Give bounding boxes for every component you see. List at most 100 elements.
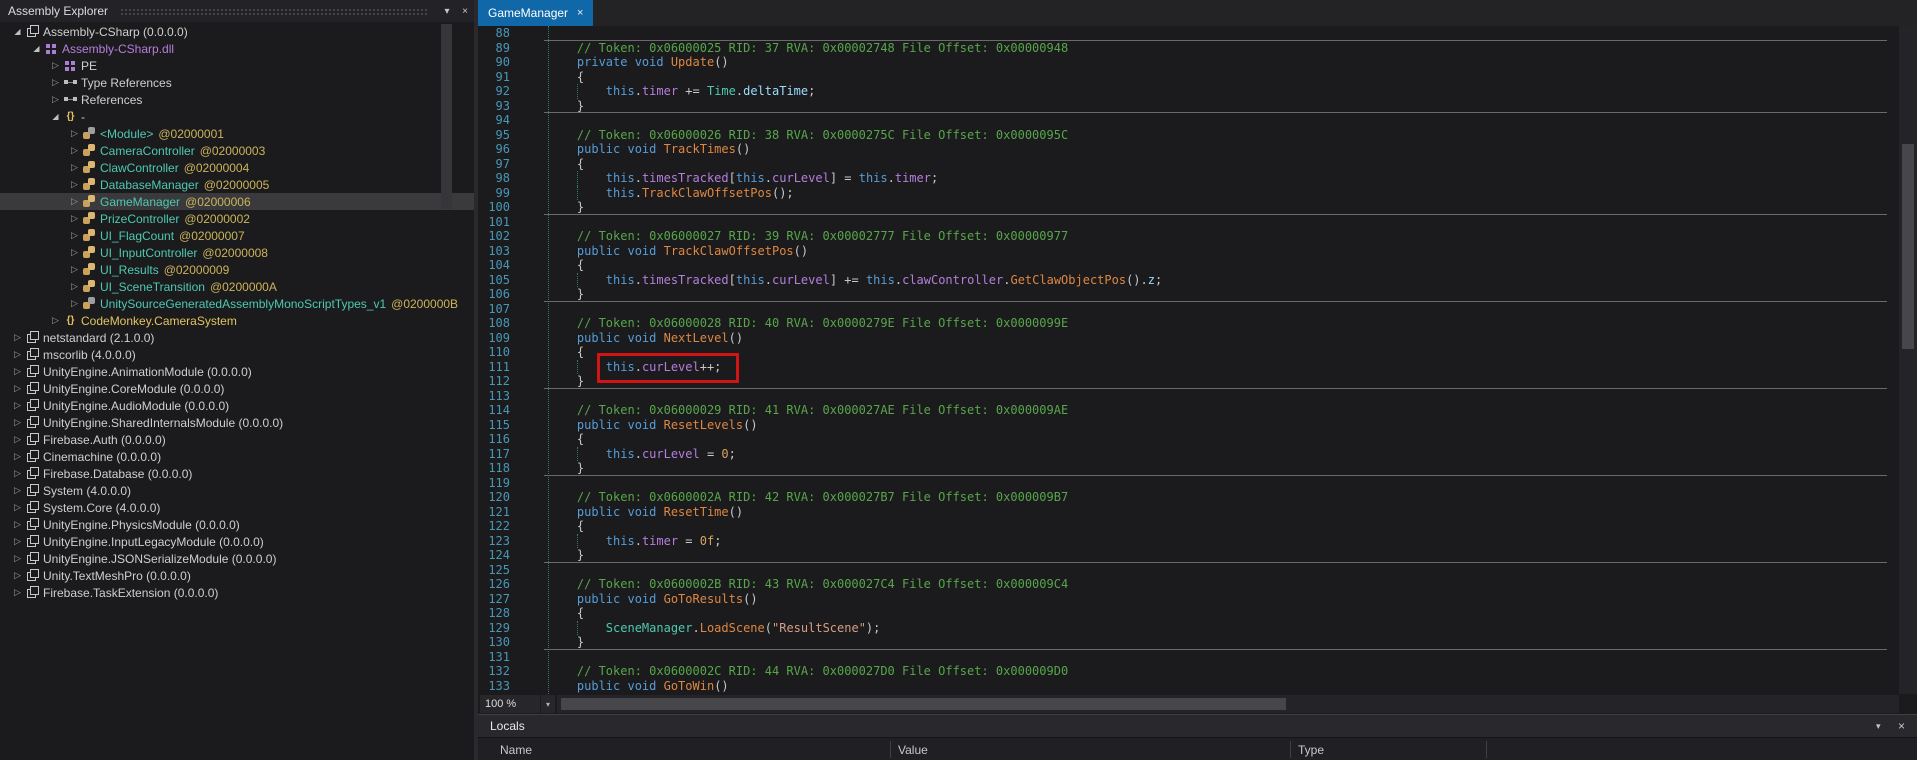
expander-expanded-icon[interactable]: ◢	[10, 23, 25, 40]
tree-item-cameracontroller[interactable]: ▷CameraController@02000003	[0, 142, 474, 159]
code-line-103[interactable]: 103 public void TrackClawOffsetPos()	[478, 244, 1899, 259]
tree-item-cinemachine-0-0-0-0[interactable]: ▷Cinemachine (0.0.0.0)	[0, 448, 474, 465]
code-line-98[interactable]: 98 this.timesTracked[this.curLevel] = th…	[478, 171, 1899, 186]
tree-item-references[interactable]: ▷References	[0, 91, 474, 108]
code-line-129[interactable]: 129 SceneManager.LoadScene("ResultScene"…	[478, 621, 1899, 636]
code-line-133[interactable]: 133 public void GoToWin()	[478, 679, 1899, 694]
code-line-124[interactable]: 124 }	[478, 548, 1899, 563]
code-line-106[interactable]: 106 }	[478, 287, 1899, 302]
tree-item-ui-results[interactable]: ▷UI_Results@02000009	[0, 261, 474, 278]
code-line-114[interactable]: 114 // Token: 0x06000029 RID: 41 RVA: 0x…	[478, 403, 1899, 418]
expander-collapsed-icon[interactable]: ▷	[48, 57, 63, 74]
code-line-130[interactable]: 130 }	[478, 635, 1899, 650]
code-line-127[interactable]: 127 public void GoToResults()	[478, 592, 1899, 607]
expander-collapsed-icon[interactable]: ▷	[10, 516, 25, 533]
tree-item-unitysourcegeneratedassemblymonoscripttypes-v1[interactable]: ▷UnitySourceGeneratedAssemblyMonoScriptT…	[0, 295, 474, 312]
expander-collapsed-icon[interactable]: ▷	[67, 176, 82, 193]
tree-item-ui-scenetransition[interactable]: ▷UI_SceneTransition@0200000A	[0, 278, 474, 295]
code-line-99[interactable]: 99 this.TrackClawOffsetPos();	[478, 186, 1899, 201]
tree-item-databasemanager[interactable]: ▷DatabaseManager@02000005	[0, 176, 474, 193]
code-line-101[interactable]: 101	[478, 215, 1899, 230]
expander-collapsed-icon[interactable]: ▷	[10, 533, 25, 550]
tree-item-assembly-csharp-0-0-0-0[interactable]: ◢Assembly-CSharp (0.0.0.0)	[0, 23, 474, 40]
tree-item-unityengine-physicsmodule-0-0-0-0[interactable]: ▷UnityEngine.PhysicsModule (0.0.0.0)	[0, 516, 474, 533]
panel-close-icon[interactable]: ×	[456, 6, 474, 17]
tree-item-unityengine-coremodule-0-0-0-0[interactable]: ▷UnityEngine.CoreModule (0.0.0.0)	[0, 380, 474, 397]
expander-collapsed-icon[interactable]: ▷	[67, 193, 82, 210]
tree-item-firebase-taskextension-0-0-0-0[interactable]: ▷Firebase.TaskExtension (0.0.0.0)	[0, 584, 474, 601]
zoom-dropdown-icon[interactable]: ▾	[541, 695, 555, 713]
tree-item-type-references[interactable]: ▷Type References	[0, 74, 474, 91]
tree-item-mscorlib-4-0-0-0[interactable]: ▷mscorlib (4.0.0.0)	[0, 346, 474, 363]
tree-item-unityengine-animationmodule-0-0-0-0[interactable]: ▷UnityEngine.AnimationModule (0.0.0.0)	[0, 363, 474, 380]
code-line-107[interactable]: 107	[478, 302, 1899, 317]
scrollbar-thumb[interactable]	[1902, 144, 1914, 349]
code-line-111[interactable]: 111 this.curLevel++;	[478, 360, 1899, 375]
code-line-132[interactable]: 132 // Token: 0x0600002C RID: 44 RVA: 0x…	[478, 664, 1899, 679]
code-line-97[interactable]: 97 {	[478, 157, 1899, 172]
code-line-119[interactable]: 119	[478, 476, 1899, 491]
tree-item-unityengine-audiomodule-0-0-0-0[interactable]: ▷UnityEngine.AudioModule (0.0.0.0)	[0, 397, 474, 414]
tree-item-system-4-0-0-0[interactable]: ▷System (4.0.0.0)	[0, 482, 474, 499]
code-line-131[interactable]: 131	[478, 650, 1899, 665]
code-line-118[interactable]: 118 }	[478, 461, 1899, 476]
expander-collapsed-icon[interactable]: ▷	[10, 346, 25, 363]
code-line-120[interactable]: 120 // Token: 0x0600002A RID: 42 RVA: 0x…	[478, 490, 1899, 505]
locals-menu-dropdown-icon[interactable]: ▾	[1876, 715, 1881, 737]
code-line-109[interactable]: 109 public void NextLevel()	[478, 331, 1899, 346]
expander-collapsed-icon[interactable]: ▷	[67, 244, 82, 261]
expander-collapsed-icon[interactable]: ▷	[10, 397, 25, 414]
tree-item-netstandard-2-1-0-0[interactable]: ▷netstandard (2.1.0.0)	[0, 329, 474, 346]
expander-collapsed-icon[interactable]: ▷	[10, 584, 25, 601]
code-line-92[interactable]: 92 this.timer += Time.deltaTime;	[478, 84, 1899, 99]
tree-item-gamemanager[interactable]: ▷GameManager@02000006	[0, 193, 474, 210]
tab-close-icon[interactable]: ×	[577, 7, 583, 19]
code-line-91[interactable]: 91 {	[478, 70, 1899, 85]
code-line-115[interactable]: 115 public void ResetLevels()	[478, 418, 1899, 433]
expander-collapsed-icon[interactable]: ▷	[10, 414, 25, 431]
locals-close-icon[interactable]: ×	[1898, 715, 1905, 737]
expander-collapsed-icon[interactable]: ▷	[10, 431, 25, 448]
expander-collapsed-icon[interactable]: ▷	[10, 465, 25, 482]
tree-item-unityengine-sharedinternalsmodule-0-0-0-0[interactable]: ▷UnityEngine.SharedInternalsModule (0.0.…	[0, 414, 474, 431]
expander-collapsed-icon[interactable]: ▷	[10, 363, 25, 380]
expander-collapsed-icon[interactable]: ▷	[67, 295, 82, 312]
scrollbar-thumb[interactable]	[561, 698, 1286, 710]
code-line-102[interactable]: 102 // Token: 0x06000027 RID: 39 RVA: 0x…	[478, 229, 1899, 244]
tree-item-clawcontroller[interactable]: ▷ClawController@02000004	[0, 159, 474, 176]
column-header-value[interactable]: Value	[898, 738, 928, 760]
expander-collapsed-icon[interactable]: ▷	[10, 448, 25, 465]
code-line-93[interactable]: 93 }	[478, 99, 1899, 114]
tree-item-system-core-4-0-0-0[interactable]: ▷System.Core (4.0.0.0)	[0, 499, 474, 516]
tree-item-ui-inputcontroller[interactable]: ▷UI_InputController@02000008	[0, 244, 474, 261]
tree-item-prizecontroller[interactable]: ▷PrizeController@02000002	[0, 210, 474, 227]
code-line-125[interactable]: 125	[478, 563, 1899, 578]
expander-expanded-icon[interactable]: ◢	[29, 40, 44, 57]
expander-collapsed-icon[interactable]: ▷	[10, 482, 25, 499]
tree-item-ui-flagcount[interactable]: ▷UI_FlagCount@02000007	[0, 227, 474, 244]
column-divider[interactable]	[1486, 741, 1487, 758]
zoom-level-select[interactable]: 100 %	[480, 695, 540, 713]
expander-collapsed-icon[interactable]: ▷	[10, 550, 25, 567]
code-line-90[interactable]: 90 private void Update()	[478, 55, 1899, 70]
code-line-105[interactable]: 105 this.timesTracked[this.curLevel] += …	[478, 273, 1899, 288]
tree-item-firebase-auth-0-0-0-0[interactable]: ▷Firebase.Auth (0.0.0.0)	[0, 431, 474, 448]
code-line-117[interactable]: 117 this.curLevel = 0;	[478, 447, 1899, 462]
expander-collapsed-icon[interactable]: ▷	[48, 91, 63, 108]
column-divider[interactable]	[1290, 741, 1291, 758]
expander-collapsed-icon[interactable]: ▷	[67, 125, 82, 142]
editor-horizontal-scrollbar[interactable]	[557, 695, 1899, 713]
expander-collapsed-icon[interactable]: ▷	[48, 74, 63, 91]
expander-collapsed-icon[interactable]: ▷	[67, 210, 82, 227]
code-line-88[interactable]: 88	[478, 26, 1899, 41]
code-line-116[interactable]: 116 {	[478, 432, 1899, 447]
code-line-100[interactable]: 100 }	[478, 200, 1899, 215]
column-header-type[interactable]: Type	[1298, 738, 1324, 760]
tab-gamemanager[interactable]: GameManager ×	[478, 0, 593, 26]
tree-item-assembly-csharp-dll[interactable]: ◢Assembly-CSharp.dll	[0, 40, 474, 57]
expander-expanded-icon[interactable]: ◢	[48, 108, 63, 125]
code-editor[interactable]: 8889 // Token: 0x06000025 RID: 37 RVA: 0…	[478, 26, 1899, 694]
panel-menu-dropdown-icon[interactable]: ▾	[438, 6, 456, 17]
code-line-89[interactable]: 89 // Token: 0x06000025 RID: 37 RVA: 0x0…	[478, 41, 1899, 56]
expander-collapsed-icon[interactable]: ▷	[10, 380, 25, 397]
